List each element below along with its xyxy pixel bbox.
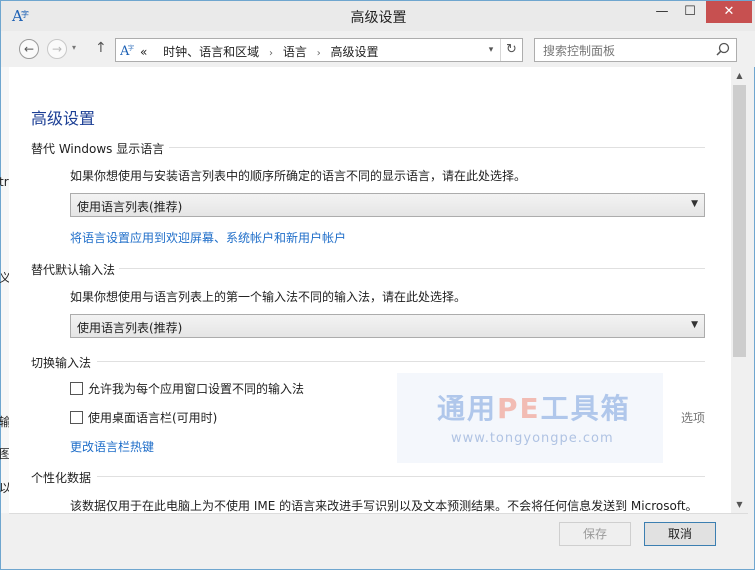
search-box[interactable]: 搜索控制面板 bbox=[534, 38, 737, 62]
section-divider bbox=[97, 476, 705, 477]
breadcrumb-clock-language-region[interactable]: 时钟、语言和区域 bbox=[163, 45, 259, 59]
display-language-select-value: 使用语言列表(推荐) bbox=[77, 200, 183, 214]
apply-language-settings-link[interactable]: 将语言设置应用到欢迎屏幕、系统帐户和新用户帐户 bbox=[70, 229, 346, 246]
search-input[interactable]: 搜索控制面板 bbox=[543, 42, 615, 59]
breadcrumb-separator-icon[interactable]: › bbox=[317, 48, 321, 59]
per-app-input-checkbox[interactable] bbox=[70, 382, 83, 395]
scroll-up-button[interactable]: ▲ bbox=[731, 67, 748, 84]
breadcrumb-language[interactable]: 语言 bbox=[283, 45, 307, 59]
close-button[interactable]: ✕ bbox=[706, 1, 752, 23]
watermark-title-a: 通用 bbox=[437, 392, 498, 425]
default-input-select-value: 使用语言列表(推荐) bbox=[77, 321, 183, 335]
personalization-description: 该数据仅用于在此电脑上为不使用 IME 的语言来改进手写识别以及文本预测结果。不… bbox=[70, 499, 698, 513]
address-bar[interactable]: A 字 « 时钟、语言和区域 › 语言 › 高级设置 ▾ ↻ bbox=[115, 38, 523, 62]
navigation-bar: ← → ▾ ↑ A 字 « 时钟、语言和区域 › 语言 › 高级设置 ▾ ↻ 搜… bbox=[1, 31, 755, 67]
save-button[interactable]: 保存 bbox=[559, 522, 631, 546]
background-text: tr bbox=[0, 175, 9, 189]
maximize-button[interactable]: ☐ bbox=[677, 1, 703, 23]
watermark-title-pe: PE bbox=[497, 392, 541, 425]
background-window-edge: tr 义 输 图 以 bbox=[0, 67, 11, 513]
up-button[interactable]: ↑ bbox=[95, 40, 107, 56]
breadcrumb-advanced-settings[interactable]: 高级设置 bbox=[331, 45, 379, 59]
page-title: 高级设置 bbox=[31, 109, 96, 128]
section-title-display-language: 替代 Windows 显示语言 bbox=[31, 142, 165, 156]
display-language-select[interactable]: 使用语言列表(推荐) ▼ bbox=[70, 193, 705, 217]
section-title-switch-input: 切换输入法 bbox=[31, 356, 92, 370]
per-app-input-label[interactable]: 允许我为每个应用窗口设置不同的输入法 bbox=[88, 380, 304, 397]
svg-text:字: 字 bbox=[128, 44, 134, 52]
chevron-down-icon: ▼ bbox=[691, 320, 698, 330]
breadcrumb: « 时钟、语言和区域 › 语言 › 高级设置 bbox=[140, 43, 379, 60]
title-bar[interactable]: A 字 高级设置 — ☐ ✕ bbox=[1, 1, 755, 31]
recent-locations-dropdown[interactable]: ▾ bbox=[72, 43, 76, 52]
scroll-down-button[interactable]: ▼ bbox=[731, 496, 748, 513]
address-dropdown-button[interactable]: ▾ bbox=[483, 42, 499, 58]
minimize-button[interactable]: — bbox=[649, 1, 675, 23]
dialog-footer: 保存 取消 bbox=[9, 513, 748, 565]
settings-content: 高级设置 替代 Windows 显示语言 如果你想使用与安装语言列表中的顺序所确… bbox=[9, 67, 731, 513]
advanced-settings-window: A 字 高级设置 — ☐ ✕ ← → ▾ ↑ A 字 « 时钟、语言和区域 › … bbox=[0, 0, 755, 570]
default-input-description: 如果你想使用与语言列表上的第一个输入法不同的输入法，请在此处选择。 bbox=[70, 290, 467, 304]
scrollbar-thumb[interactable] bbox=[733, 85, 746, 357]
default-input-select[interactable]: 使用语言列表(推荐) ▼ bbox=[70, 314, 705, 338]
refresh-button[interactable]: ↻ bbox=[500, 39, 522, 61]
breadcrumb-separator-icon[interactable]: › bbox=[269, 48, 273, 59]
section-divider bbox=[169, 147, 705, 148]
section-title-default-input: 替代默认输入法 bbox=[31, 263, 116, 277]
desktop-language-bar-checkbox[interactable] bbox=[70, 411, 83, 424]
window-title: 高级设置 bbox=[350, 10, 407, 26]
back-button[interactable]: ← bbox=[19, 39, 39, 59]
section-title-personalization: 个性化数据 bbox=[31, 471, 92, 485]
display-language-description: 如果你想使用与安装语言列表中的顺序所确定的语言不同的显示语言，请在此处选择。 bbox=[70, 169, 527, 183]
change-language-bar-hotkeys-link[interactable]: 更改语言栏热键 bbox=[70, 438, 154, 455]
control-panel-language-icon: A 字 bbox=[120, 44, 134, 58]
language-bar-options-link[interactable]: 选项 bbox=[681, 409, 705, 426]
search-icon[interactable] bbox=[716, 42, 730, 56]
chevron-down-icon: ▼ bbox=[691, 199, 698, 209]
breadcrumb-overflow[interactable]: « bbox=[140, 45, 147, 59]
section-divider bbox=[97, 361, 705, 362]
section-divider bbox=[119, 268, 705, 269]
watermark-url: www.tongyongpe.com bbox=[451, 431, 614, 446]
watermark-title-b: 工具箱 bbox=[540, 392, 631, 425]
cancel-button[interactable]: 取消 bbox=[644, 522, 716, 546]
vertical-scrollbar[interactable]: ▲ ▼ bbox=[731, 67, 748, 513]
desktop-language-bar-label[interactable]: 使用桌面语言栏(可用时) bbox=[88, 409, 217, 426]
forward-button[interactable]: → bbox=[47, 39, 67, 59]
watermark-title: 通用PE工具箱 bbox=[437, 387, 631, 427]
watermark-logo: 通用PE工具箱 www.tongyongpe.com bbox=[397, 373, 663, 463]
